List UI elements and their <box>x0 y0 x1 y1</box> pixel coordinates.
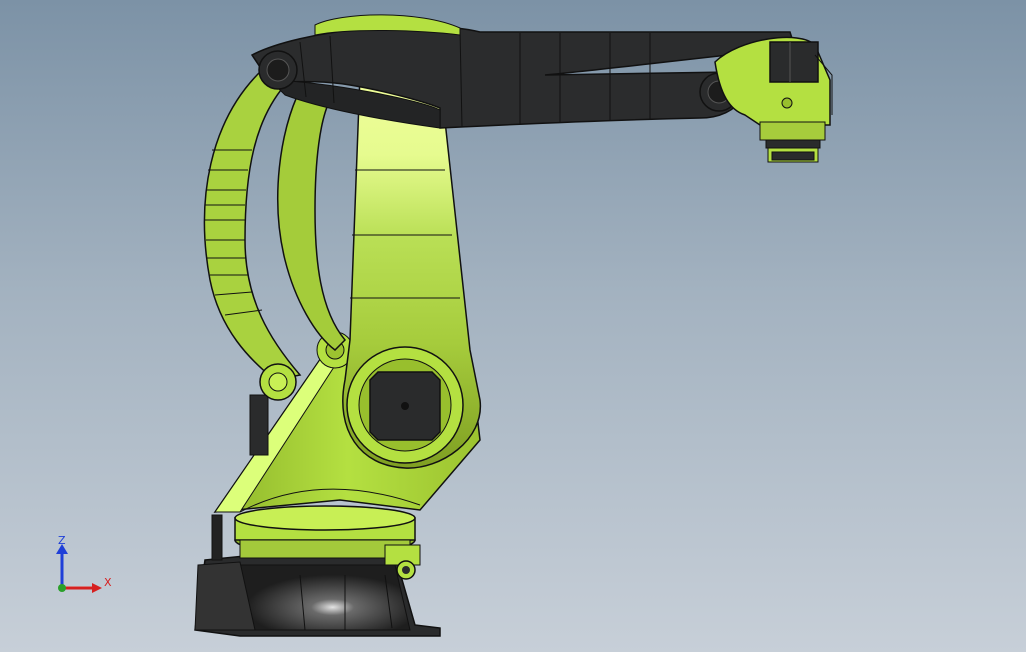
robot-base <box>194 505 441 637</box>
upper-arm <box>250 14 796 129</box>
graphics-viewport[interactable]: Z X <box>0 0 1026 652</box>
wrist-flange <box>714 36 833 163</box>
robot-model[interactable] <box>0 0 1026 652</box>
axis-triad: Z X <box>40 528 120 600</box>
y-axis-dot <box>58 584 66 592</box>
x-axis-label: X <box>104 576 112 589</box>
x-axis-arrow <box>92 583 102 593</box>
